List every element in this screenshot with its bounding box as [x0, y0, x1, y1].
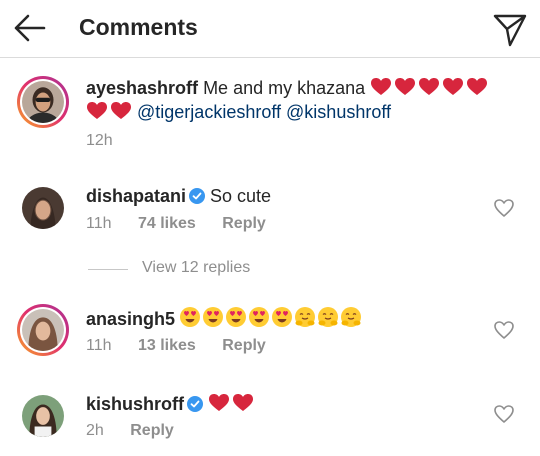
like-button[interactable]: [492, 196, 516, 220]
comment-row: kishushroff 2h Reply: [0, 386, 540, 452]
comments-header: Comments: [0, 0, 540, 58]
like-heart-icon: [494, 199, 514, 217]
likes-count[interactable]: 13 likes: [138, 337, 196, 354]
avatar-image: [22, 309, 64, 351]
heart-emoji-icon: [209, 394, 254, 411]
avatar-dishapatani[interactable]: [17, 182, 69, 234]
like-button[interactable]: [492, 402, 516, 426]
caption-row: ayeshashroff Me and my khazana @tigerjac…: [0, 70, 540, 160]
comment-text: So cute: [210, 186, 272, 206]
back-button[interactable]: [10, 10, 50, 46]
like-heart-icon: [494, 405, 514, 423]
emoji-icons: [180, 306, 362, 328]
avatar-image: [22, 395, 64, 437]
caption-timestamp: 12h: [86, 132, 113, 149]
avatar-image: [22, 187, 64, 229]
like-button[interactable]: [492, 318, 516, 342]
caption-username[interactable]: ayeshashroff: [86, 78, 198, 98]
comment-emojis: [180, 306, 366, 334]
caption-hearts-line2: [86, 101, 132, 127]
reply-button[interactable]: Reply: [222, 337, 266, 354]
avatar-kishushroff[interactable]: [17, 390, 69, 442]
comment-username[interactable]: dishapatani: [86, 186, 186, 206]
view-replies-label: View 12 replies: [142, 259, 251, 276]
avatar-ayeshashroff[interactable]: [17, 76, 69, 128]
reply-button[interactable]: Reply: [130, 422, 174, 439]
heart-emoji-icon: [371, 78, 488, 95]
avatar-image: [22, 81, 64, 123]
comment-row: dishapatani So cute 11h 74 likes Reply: [0, 176, 540, 246]
likes-count[interactable]: 74 likes: [138, 215, 196, 232]
verified-icon: [189, 188, 206, 204]
share-button[interactable]: [490, 9, 530, 49]
caption-text: Me and my khazana: [203, 78, 366, 98]
heart-emoji-icon: [87, 102, 131, 119]
comment-timestamp: 11h: [86, 337, 112, 354]
mention-tigerjackieshroff[interactable]: @tigerjackieshroff: [137, 102, 281, 122]
comment-row: anasingh5 11h 13 likes Reply: [0, 298, 540, 368]
avatar-anasingh5[interactable]: [17, 304, 69, 356]
reply-button[interactable]: Reply: [222, 215, 266, 232]
back-arrow-icon: [14, 14, 46, 42]
comment-username[interactable]: anasingh5: [86, 309, 175, 329]
send-icon: [493, 14, 527, 47]
verified-icon: [187, 396, 204, 412]
page-title: Comments: [79, 14, 198, 40]
comment-timestamp: 2h: [86, 422, 104, 439]
replies-divider: [88, 269, 128, 270]
comment-timestamp: 11h: [86, 215, 112, 232]
mention-kishushroff[interactable]: @kishushroff: [286, 102, 391, 122]
like-heart-icon: [494, 321, 514, 339]
comment-hearts: [208, 393, 254, 419]
comment-username[interactable]: kishushroff: [86, 394, 184, 414]
